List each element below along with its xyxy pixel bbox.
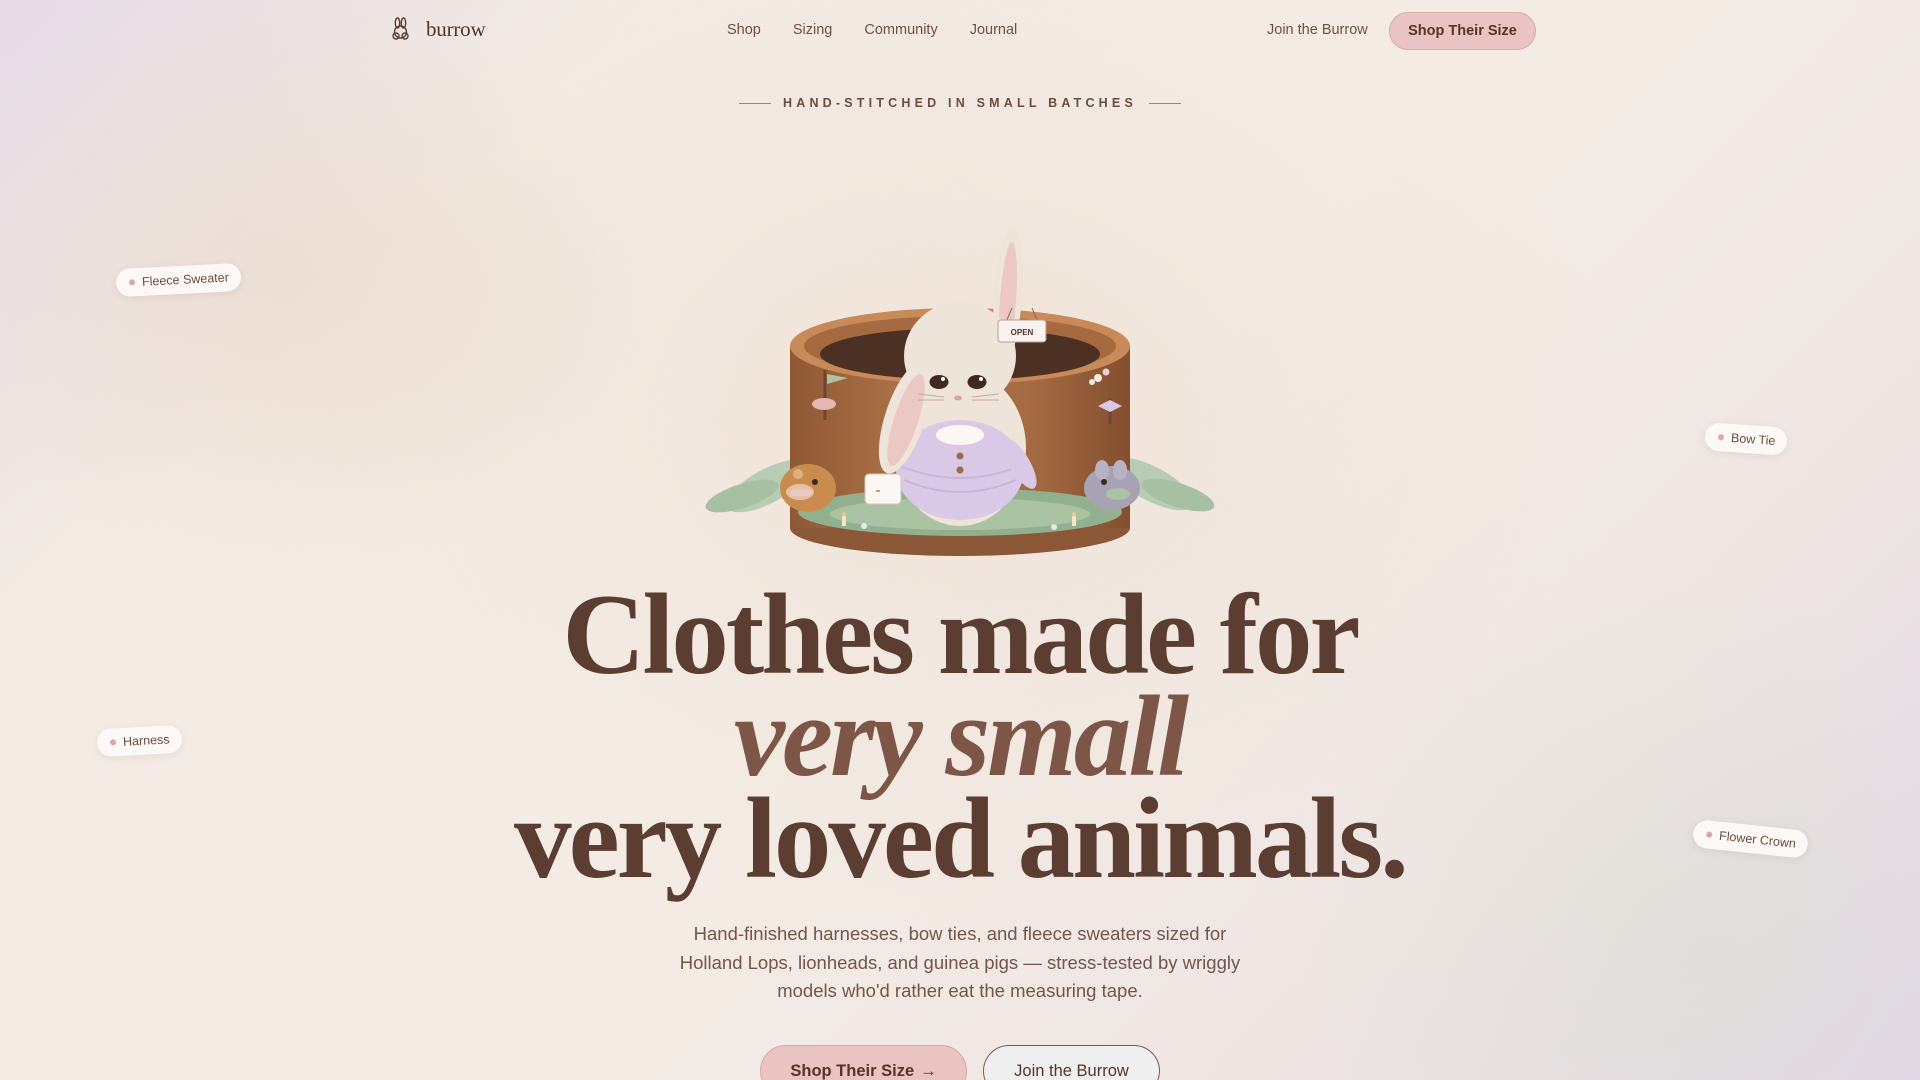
nav-link-shop[interactable]: Shop [727, 22, 761, 38]
hero-eyebrow: HAND-STITCHED IN SMALL BATCHES [0, 96, 1920, 110]
tag-bow-tie[interactable]: Bow Tie [1704, 422, 1789, 456]
nav-link-journal[interactable]: Journal [970, 22, 1018, 38]
tag-dot [1717, 434, 1725, 441]
bunny-basket-illustration: OPEN [700, 226, 1220, 568]
brand-name: burrow [426, 16, 486, 41]
open-sign-text: OPEN [1011, 328, 1034, 337]
eyebrow-rule-right [1149, 102, 1181, 104]
arrow-right-icon: → [920, 1061, 937, 1080]
nav-join-link[interactable]: Join the Burrow [1267, 22, 1368, 38]
brand-logo-link[interactable]: burrow [388, 16, 486, 42]
nav-link-community[interactable]: Community [864, 22, 937, 38]
top-nav: burrow Shop Sizing Community Journal Joi… [0, 0, 1920, 62]
hero-join-burrow-button[interactable]: Join the Burrow [983, 1045, 1160, 1080]
eyebrow-text: HAND-STITCHED IN SMALL BATCHES [782, 96, 1137, 110]
hero-subtitle: Hand-finished harnesses, bow ties, and f… [679, 923, 1241, 1001]
hero-shop-size-label: Shop Their Size [790, 1061, 915, 1080]
tag-dot [128, 279, 136, 286]
tag-fleece-sweater[interactable]: Fleece Sweater [115, 262, 242, 298]
headline-line-3: very loved animals. [514, 775, 1409, 902]
hero-headline: Clothes made for very small very loved a… [0, 571, 1920, 902]
eyebrow-rule-left [738, 102, 771, 104]
nav-shop-size-button[interactable]: Shop Their Size [1389, 12, 1536, 50]
bunny-logo-icon [392, 17, 409, 40]
tag-label: Bow Tie [1730, 430, 1776, 449]
tag-label: Fleece Sweater [141, 270, 230, 289]
primary-nav: Shop Sizing Community Journal [727, 22, 1017, 38]
headline-line-1: Clothes made for [562, 571, 1360, 698]
mug-prop [864, 473, 902, 505]
hero-shop-size-button[interactable]: Shop Their Size → [760, 1045, 967, 1080]
headline-line-2: very small [733, 673, 1189, 800]
hamster-character [780, 464, 836, 512]
nav-link-sizing[interactable]: Sizing [793, 22, 833, 38]
